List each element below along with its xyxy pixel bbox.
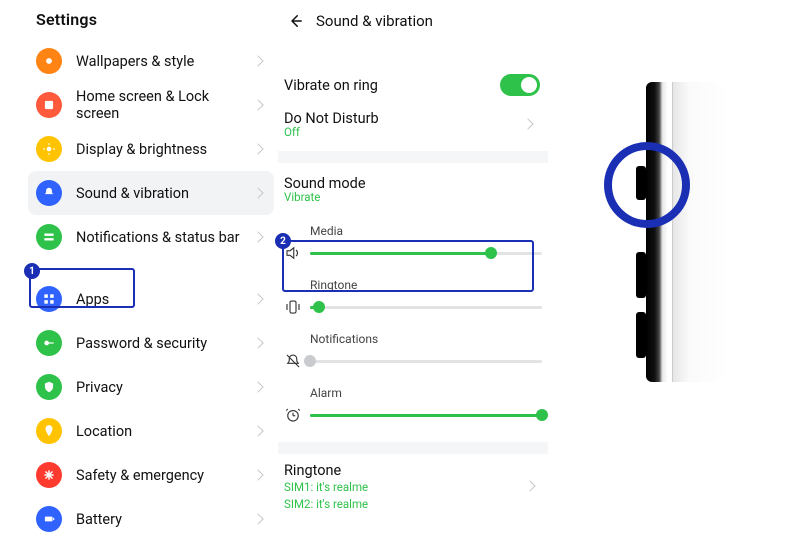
back-button[interactable]	[284, 10, 306, 32]
ringtone-slider[interactable]	[310, 299, 542, 315]
chevron-right-icon	[252, 99, 263, 110]
chevron-right-icon	[252, 293, 263, 304]
chevron-right-icon	[252, 469, 263, 480]
vibrate-on-ring-row[interactable]: Vibrate on ring	[284, 64, 542, 106]
home-icon	[36, 92, 62, 118]
chevron-right-icon	[252, 425, 263, 436]
settings-list: Wallpapers & style Home screen & Lock sc…	[28, 39, 274, 541]
mute-switch-highlight-circle	[604, 142, 690, 228]
sidebar-item-label: Password & security	[76, 335, 254, 352]
ringtone-label: Ringtone	[284, 462, 542, 479]
pin-icon	[36, 418, 62, 444]
apps-icon	[36, 286, 62, 312]
battery-icon	[36, 506, 62, 532]
ringtone-sim1: SIM1: it's realme	[284, 479, 542, 496]
chevron-right-icon	[252, 187, 263, 198]
ringtone-slider-row: Ringtone	[282, 278, 542, 318]
sidebar-item-apps[interactable]: Apps	[28, 277, 274, 321]
bell-icon	[36, 180, 62, 206]
sidebar-item-notifications[interactable]: Notifications & status bar	[28, 215, 274, 259]
sidebar-item-label: Apps	[76, 291, 254, 308]
wallpaper-icon	[36, 48, 62, 74]
sidebar-item-label: Home screen & Lock screen	[76, 88, 254, 122]
notifications-slider-row: Notifications	[282, 332, 542, 372]
shield-icon	[36, 374, 62, 400]
sidebar-item-wallpapers[interactable]: Wallpapers & style	[28, 39, 274, 83]
alarm-slider[interactable]	[310, 407, 542, 423]
key-icon	[36, 330, 62, 356]
asterisk-icon	[36, 462, 62, 488]
dnd-row[interactable]: Do Not Disturb Off	[284, 106, 542, 151]
chevron-right-icon	[252, 231, 263, 242]
sidebar-item-privacy[interactable]: Privacy	[28, 365, 274, 409]
sidebar-item-location[interactable]: Location	[28, 409, 274, 453]
ringtone-sim2: SIM2: it's realme	[284, 496, 542, 513]
sound-mode-row[interactable]: Sound mode Vibrate	[284, 163, 542, 216]
alarm-icon	[282, 404, 304, 426]
sun-icon	[36, 136, 62, 162]
sidebar-item-label: Sound & vibration	[76, 185, 254, 202]
vibrate-on-ring-toggle[interactable]	[500, 74, 540, 96]
sound-mode-value: Vibrate	[284, 190, 540, 204]
bell-off-icon	[282, 350, 304, 372]
ringtone-row[interactable]: Ringtone SIM1: it's realme SIM2: it's re…	[278, 442, 548, 520]
sidebar-item-sound[interactable]: Sound & vibration	[28, 171, 274, 215]
alarm-slider-label: Alarm	[310, 386, 542, 400]
volume-up-button-illustration	[636, 252, 646, 298]
dnd-status: Off	[284, 125, 540, 139]
sidebar-item-label: Notifications & status bar	[76, 229, 254, 246]
annotation-badge-1: 1	[24, 263, 40, 279]
alarm-slider-row: Alarm	[282, 386, 542, 426]
media-slider-row: Media	[282, 224, 542, 264]
chevron-right-icon	[252, 513, 263, 524]
sidebar-item-battery[interactable]: Battery	[28, 497, 274, 541]
notifications-slider[interactable]	[310, 353, 542, 369]
chevron-right-icon	[252, 55, 263, 66]
sidebar-item-label: Safety & emergency	[76, 467, 254, 484]
annotation-badge-2: 2	[275, 233, 291, 249]
phone-side-illustration	[588, 82, 753, 382]
settings-title: Settings	[28, 8, 274, 39]
sidebar-item-home-lock[interactable]: Home screen & Lock screen	[28, 83, 274, 127]
notification-bar-icon	[36, 224, 62, 250]
media-slider[interactable]	[310, 245, 542, 261]
sidebar-item-label: Location	[76, 423, 254, 440]
sidebar-item-display[interactable]: Display & brightness	[28, 127, 274, 171]
chevron-right-icon	[252, 337, 263, 348]
ringtone-slider-label: Ringtone	[310, 278, 542, 292]
sidebar-item-label: Wallpapers & style	[76, 53, 254, 70]
sidebar-item-label: Display & brightness	[76, 141, 254, 158]
media-slider-label: Media	[310, 224, 542, 238]
chevron-right-icon	[252, 381, 263, 392]
notifications-slider-label: Notifications	[310, 332, 542, 346]
sidebar-item-label: Battery	[76, 511, 254, 528]
sidebar-item-label: Privacy	[76, 379, 254, 396]
page-title: Sound & vibration	[316, 12, 433, 30]
sidebar-item-password[interactable]: Password & security	[28, 321, 274, 365]
sidebar-item-safety[interactable]: Safety & emergency	[28, 453, 274, 497]
volume-down-button-illustration	[636, 312, 646, 358]
vibrate-on-ring-label: Vibrate on ring	[284, 77, 500, 94]
chevron-right-icon	[252, 143, 263, 154]
phone-vibrate-icon	[282, 296, 304, 318]
